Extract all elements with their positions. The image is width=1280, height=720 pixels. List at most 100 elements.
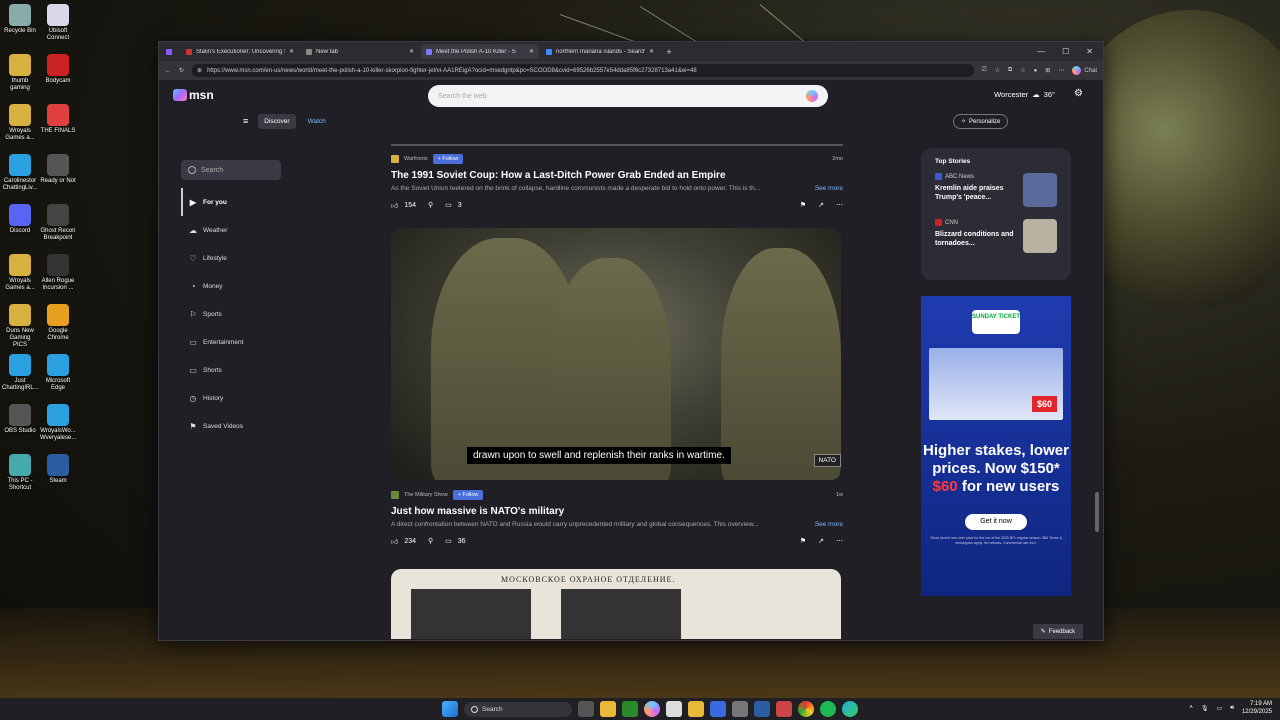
- desktop-icon[interactable]: thumb gaming: [2, 54, 38, 92]
- clock[interactable]: 7:19 AM 12/29/2025: [1242, 700, 1272, 716]
- sidebar-item-money[interactable]: ◔ Money: [181, 272, 281, 300]
- sidebar-item-weather[interactable]: ☁ Weather: [181, 216, 281, 244]
- back-icon[interactable]: ←: [165, 68, 171, 74]
- comment-icon[interactable]: ▭: [445, 201, 452, 209]
- chrome-icon[interactable]: [798, 701, 814, 717]
- extensions-icon[interactable]: ⧉: [1008, 67, 1012, 74]
- settings-icon[interactable]: [732, 701, 748, 717]
- desktop-icon[interactable]: Wroyals Games a...: [2, 254, 38, 292]
- spotify-icon[interactable]: [820, 701, 836, 717]
- web-search-input[interactable]: Search the web: [428, 85, 828, 107]
- article-card[interactable]: Warfronts + Follow 2mo The 1991 Soviet C…: [391, 153, 843, 211]
- tab-workspaces[interactable]: [161, 44, 179, 59]
- tab-watch[interactable]: Watch: [302, 114, 332, 129]
- notepad-icon[interactable]: [666, 701, 682, 717]
- site-info-icon[interactable]: ⊕: [197, 67, 202, 74]
- follow-button[interactable]: + Follow: [452, 490, 484, 500]
- browser-tab[interactable]: Meet the Polish A-10 Killer - S ✕: [421, 44, 539, 59]
- file-explorer-icon[interactable]: [600, 701, 616, 717]
- sidebar-search-input[interactable]: Search: [181, 160, 281, 180]
- favorite-star-icon[interactable]: ☆: [995, 67, 1000, 74]
- copilot-chat-button[interactable]: Chat: [1072, 66, 1097, 75]
- dislike-icon[interactable]: ⚲: [428, 537, 433, 545]
- bookmark-icon[interactable]: ⚑: [800, 201, 806, 209]
- tab-close-icon[interactable]: ✕: [649, 48, 654, 55]
- desktop-icon[interactable]: Google Chrome: [40, 304, 76, 342]
- sidebar-item-entertainment[interactable]: ▭ Entertainment: [181, 328, 281, 356]
- desktop-icon[interactable]: Just ChattingIRL...: [2, 354, 39, 392]
- weather-widget[interactable]: Worcester ☁ 36°: [994, 90, 1055, 99]
- desktop-icon[interactable]: THE FINALS: [40, 104, 76, 135]
- volume-icon[interactable]: 🔊︎: [1230, 705, 1234, 712]
- feedback-button[interactable]: ✎ Feedback: [1033, 624, 1083, 639]
- like-icon[interactable]: 👍︎: [391, 537, 398, 546]
- monitor-icon[interactable]: ▭: [1217, 705, 1223, 712]
- collections-icon[interactable]: ⊞: [1045, 67, 1050, 74]
- tab-close-icon[interactable]: ✕: [409, 48, 414, 55]
- desktop-icon[interactable]: Bodycam: [40, 54, 76, 85]
- comment-icon[interactable]: ▭: [445, 537, 452, 545]
- scrollbar[interactable]: [1095, 492, 1099, 532]
- bookmark-icon[interactable]: ⚑: [800, 537, 806, 545]
- address-bar[interactable]: ⊕ https://www.msn.com/en-us/news/world/m…: [192, 64, 974, 77]
- more-icon[interactable]: ⋯: [1058, 67, 1064, 74]
- copilot-icon[interactable]: [806, 90, 818, 102]
- close-icon[interactable]: ✕: [1086, 47, 1093, 56]
- desktop-icon[interactable]: Recycle Bin: [2, 4, 38, 35]
- desktop-icon[interactable]: Ready or Not: [40, 154, 76, 185]
- hamburger-menu-icon[interactable]: ≡: [243, 116, 248, 126]
- desktop-icon[interactable]: Ubisoft Connect: [40, 4, 76, 42]
- article-headline[interactable]: The 1991 Soviet Coup: How a Last-Ditch P…: [391, 170, 843, 181]
- favorites-icon[interactable]: ☆: [1020, 67, 1025, 74]
- refresh-icon[interactable]: ↻: [179, 67, 184, 74]
- browser-tab[interactable]: Stalin's Executioner: Uncovering S ✕: [181, 44, 299, 59]
- desktop-icon[interactable]: Duns New Gaming PICS: [2, 304, 38, 349]
- personalize-button[interactable]: ✧ Personalize: [953, 114, 1009, 129]
- ad-cta-button[interactable]: Get it now: [965, 514, 1027, 530]
- sidebar-item-saved-videos[interactable]: ⚑ Saved Videos: [181, 412, 281, 440]
- desktop-icon[interactable]: WroyalsWo... Wveryalese...: [40, 404, 76, 442]
- chevron-up-icon[interactable]: ˄: [1189, 705, 1193, 711]
- follow-button[interactable]: + Follow: [432, 154, 464, 164]
- sidebar-item-history[interactable]: ◷ History: [181, 384, 281, 412]
- reader-icon[interactable]: ⎚: [982, 67, 987, 74]
- desktop-icon[interactable]: OBS Studio: [2, 404, 38, 435]
- top-story-item[interactable]: ABC News Kremlin aide praises Trump's 'pe…: [935, 173, 1057, 209]
- document-image[interactable]: МОСКОВСКОЕ ОХРАНОЕ ОТДЕЛЕНИЕ.: [391, 569, 841, 639]
- desktop-icon[interactable]: Allen Rogue Incursion ...: [40, 254, 76, 292]
- sidebar-item-lifestyle[interactable]: ♡ Lifestyle: [181, 244, 281, 272]
- mic-icon[interactable]: 🎙︎: [1201, 705, 1209, 712]
- tab-close-icon[interactable]: ✕: [529, 48, 534, 55]
- task-view-icon[interactable]: [578, 701, 594, 717]
- windows-start-icon[interactable]: [442, 701, 458, 717]
- store-icon[interactable]: [710, 701, 726, 717]
- more-options-icon[interactable]: ⋯: [836, 537, 843, 545]
- maximize-icon[interactable]: ☐: [1062, 47, 1069, 56]
- article-card[interactable]: The Military Show + Follow 1w Just how m…: [391, 489, 843, 547]
- xbox-icon[interactable]: [622, 701, 638, 717]
- sidebar-item-for-you[interactable]: ▶ For you: [181, 188, 281, 216]
- folder-icon[interactable]: [688, 701, 704, 717]
- browser-tab[interactable]: New tab ✕: [301, 44, 419, 59]
- dislike-icon[interactable]: ⚲: [428, 201, 433, 209]
- edge-icon[interactable]: [842, 701, 858, 717]
- share-icon[interactable]: ↗: [818, 201, 824, 209]
- app-icon[interactable]: [776, 701, 792, 717]
- tab-close-icon[interactable]: ✕: [289, 48, 294, 55]
- sidebar-item-sports[interactable]: ⚐ Sports: [181, 300, 281, 328]
- share-icon[interactable]: ↗: [818, 537, 824, 545]
- article-headline[interactable]: Just how massive is NATO's military: [391, 506, 843, 517]
- desktop-icon[interactable]: Ghost Recon Breakpoint: [40, 204, 76, 242]
- more-options-icon[interactable]: ⋯: [836, 201, 843, 209]
- advertisement[interactable]: SUNDAY TICKET $60 Higher stakes, lower p…: [921, 296, 1071, 596]
- like-icon[interactable]: 👍︎: [391, 201, 398, 210]
- sidebar-item-shorts[interactable]: ▭ Shorts: [181, 356, 281, 384]
- new-tab-button[interactable]: +: [661, 44, 677, 59]
- minimize-icon[interactable]: —: [1037, 47, 1045, 56]
- profile-icon[interactable]: ●: [1034, 68, 1038, 74]
- top-story-item[interactable]: CNN Blizzard conditions and tornadoes...: [935, 219, 1057, 255]
- desktop-icon[interactable]: Carolinestor ChattingLiv...: [2, 154, 38, 192]
- msn-logo[interactable]: msn: [173, 88, 214, 102]
- copilot-taskbar-icon[interactable]: [644, 701, 660, 717]
- settings-gear-icon[interactable]: ⚙: [1074, 88, 1083, 99]
